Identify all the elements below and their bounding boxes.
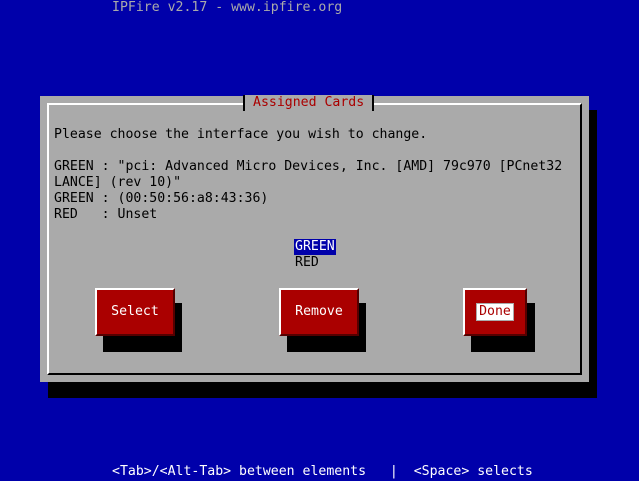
dialog-title: Assigned Cards — [243, 95, 375, 111]
done-button-label: Done — [476, 303, 514, 321]
dialog-prompt: Please choose the interface you wish to … — [54, 127, 428, 142]
interface-info-line: RED : Unset — [54, 207, 158, 222]
remove-button[interactable]: Remove — [279, 288, 359, 336]
interface-list-item-red[interactable]: RED — [294, 255, 320, 271]
interface-list-item-green[interactable]: GREEN — [294, 239, 336, 255]
done-button[interactable]: Done — [463, 288, 527, 336]
assigned-cards-dialog: Assigned Cards Please choose the interfa… — [40, 95, 589, 382]
interface-info-line: GREEN : (00:50:56:a8:43:36) — [54, 191, 269, 206]
help-bar: <Tab>/<Alt-Tab> between elements | <Spac… — [112, 464, 533, 479]
select-button[interactable]: Select — [95, 288, 175, 336]
remove-button-label: Remove — [295, 304, 343, 319]
select-button-label: Select — [111, 304, 159, 319]
interface-info-line: GREEN : "pci: Advanced Micro Devices, In… — [54, 159, 563, 174]
interface-info-line: LANCE] (rev 10)" — [54, 175, 182, 190]
window-title: IPFire v2.17 - www.ipfire.org — [112, 0, 343, 15]
